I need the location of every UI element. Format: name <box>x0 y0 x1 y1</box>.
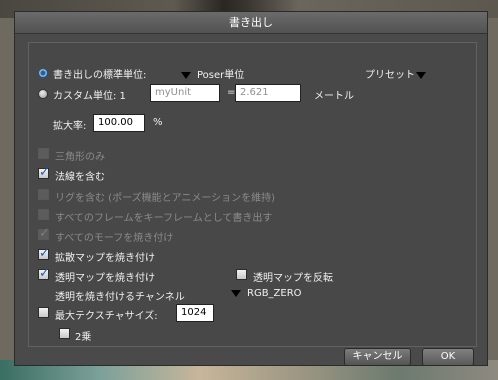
dialog-title: 書き出し <box>15 12 487 34</box>
custom-unit-radio[interactable] <box>38 89 48 99</box>
scale-label: 拡大率: <box>53 121 87 132</box>
dropdown-arrow-icon <box>231 289 241 297</box>
channel-dropdown[interactable]: RGB_ZERO <box>231 288 302 299</box>
all-frames-keyframes-label: すべてのフレームをキーフレームとして書き出す <box>55 213 273 224</box>
ok-button[interactable]: OK <box>422 348 474 366</box>
bake-transparency-label: 透明マップを焼き付け <box>55 273 155 284</box>
dropdown-arrow-icon <box>181 71 191 79</box>
cancel-button[interactable]: キャンセル <box>344 348 411 366</box>
preset-arrow-icon <box>416 71 426 79</box>
bake-morphs-label: すべてのモーフを焼き付け <box>55 233 174 244</box>
triangles-only-checkbox[interactable] <box>38 148 49 159</box>
standard-unit-radio[interactable] <box>38 68 48 78</box>
invert-transparency-label: 透明マップを反転 <box>253 273 333 284</box>
meter-label: メートル <box>314 91 354 102</box>
max-texture-size-input[interactable]: 1024 <box>176 304 214 322</box>
all-frames-keyframes-checkbox[interactable] <box>38 209 49 220</box>
custom-unit-name-input[interactable]: myUnit <box>150 84 220 102</box>
standard-unit-label: 書き出しの標準単位: <box>53 70 147 81</box>
standard-unit-dropdown[interactable]: Poser単位 <box>181 66 244 81</box>
scale-input[interactable]: 100.00 <box>93 114 145 132</box>
checkmark-icon: ✓ <box>39 246 50 261</box>
max-texture-size-checkbox[interactable] <box>38 307 49 318</box>
triangles-only-label: 三角形のみ <box>55 152 105 163</box>
bake-transparency-checkbox[interactable]: ✓ <box>38 266 50 281</box>
include-rig-label: リグを含む (ポーズ機能とアニメーションを維持) <box>55 193 276 204</box>
max-texture-size-label: 最大テクスチャサイズ: <box>55 311 158 322</box>
power-of-two-label: 2乗 <box>75 332 92 343</box>
include-rig-checkbox[interactable] <box>38 189 49 200</box>
custom-unit-value-input[interactable]: 2.621 <box>235 84 301 102</box>
include-normals-checkbox[interactable]: ✓ <box>38 165 50 180</box>
checkmark-icon: ✓ <box>39 165 50 180</box>
checkmark-icon: ✓ <box>39 226 50 241</box>
channel-label: 透明を焼き付けるチャンネル <box>55 292 185 303</box>
invert-transparency-checkbox[interactable] <box>236 269 247 280</box>
bake-diffuse-checkbox[interactable]: ✓ <box>38 246 50 261</box>
checkmark-icon: ✓ <box>39 266 50 281</box>
scale-unit: % <box>153 117 163 128</box>
options-panel: 書き出しの標準単位: Poser単位 プリセット カスタム単位: 1 myUni… <box>28 42 477 347</box>
power-of-two-checkbox[interactable] <box>59 328 70 339</box>
export-dialog: 書き出し 書き出しの標準単位: Poser単位 プリセット カスタム単位: 1 … <box>14 11 488 366</box>
include-normals-label: 法線を含む <box>55 172 105 183</box>
bake-diffuse-label: 拡散マップを焼き付け <box>55 253 155 264</box>
bake-morphs-checkbox[interactable]: ✓ <box>38 226 50 241</box>
custom-unit-label: カスタム単位: 1 <box>53 91 126 102</box>
preset-dropdown[interactable]: プリセット <box>365 66 426 81</box>
